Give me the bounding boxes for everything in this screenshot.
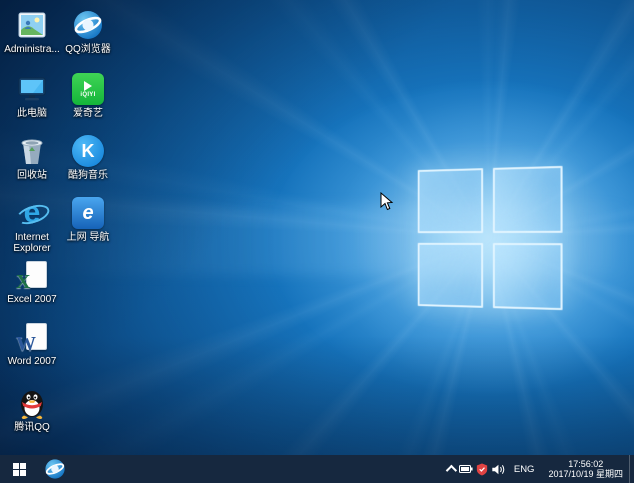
taskbar: ENG 17:56:02 2017/10/19 星期四 <box>0 455 634 483</box>
language-indicator[interactable]: ENG <box>506 464 543 475</box>
kugou-icon: K <box>71 134 105 168</box>
chevron-up-icon <box>446 465 457 476</box>
internet-explorer-icon: e <box>15 196 49 230</box>
icon-label: Excel 2007 <box>4 294 60 305</box>
battery-icon[interactable] <box>458 455 474 483</box>
desktop-icon-administrator[interactable]: Administra... <box>4 8 60 55</box>
icon-label: 腾讯QQ <box>4 422 60 433</box>
icon-label: 上网 导航 <box>60 232 116 243</box>
word-icon: W <box>15 322 49 354</box>
qq-penguin-icon <box>15 386 49 420</box>
volume-icon[interactable] <box>490 455 506 483</box>
show-desktop-button[interactable] <box>629 455 634 483</box>
hidden-icons-chevron[interactable] <box>442 455 458 483</box>
play-icon <box>84 81 92 91</box>
icon-label: 爱奇艺 <box>60 108 116 119</box>
desktop-icon-tencent-qq[interactable]: 腾讯QQ <box>4 386 60 433</box>
desktop: Administra... 此电脑 <box>0 0 634 455</box>
desktop-icon-iqiyi[interactable]: iQIYI 爱奇艺 <box>60 72 116 119</box>
clock-date: 2017/10/19 星期四 <box>548 469 623 479</box>
desktop-icon-this-pc[interactable]: 此电脑 <box>4 72 60 119</box>
web-navigation-icon: e <box>71 196 105 230</box>
desktop-icon-web-navigation[interactable]: e 上网 导航 <box>60 196 116 243</box>
desktop-icon-qq-browser[interactable]: QQ浏览器 <box>60 8 116 55</box>
desktop-icon-kugou-music[interactable]: K 酷狗音乐 <box>60 134 116 181</box>
desktop-icon-excel-2007[interactable]: X Excel 2007 <box>4 260 60 305</box>
windows-desktop-screen: Administra... 此电脑 <box>0 0 634 483</box>
icon-label: 此电脑 <box>4 108 60 119</box>
icon-label: QQ浏览器 <box>60 44 116 55</box>
word-letter: W <box>16 334 36 354</box>
clock-time: 17:56:02 <box>548 459 623 469</box>
system-tray: ENG 17:56:02 2017/10/19 星期四 <box>442 455 634 483</box>
desktop-icon-internet-explorer[interactable]: e Internet Explorer <box>4 196 60 254</box>
icon-label: Word 2007 <box>4 356 60 367</box>
icon-label: Internet Explorer <box>4 232 60 254</box>
administrator-icon <box>15 8 49 42</box>
start-button[interactable] <box>0 455 38 483</box>
clock[interactable]: 17:56:02 2017/10/19 星期四 <box>542 459 629 479</box>
recycle-bin-icon <box>15 134 49 168</box>
security-icon[interactable] <box>474 455 490 483</box>
qq-browser-icon <box>71 8 105 42</box>
taskbar-qq-browser-button[interactable] <box>38 455 72 483</box>
iqiyi-icon: iQIYI <box>71 72 105 106</box>
iqiyi-wordmark: iQIYI <box>80 92 95 98</box>
nav-letter: e <box>82 202 93 225</box>
desktop-icon-recycle-bin[interactable]: 回收站 <box>4 134 60 181</box>
icon-label: Administra... <box>4 44 60 55</box>
icon-label: 回收站 <box>4 170 60 181</box>
this-pc-icon <box>15 72 49 106</box>
desktop-icon-word-2007[interactable]: W Word 2007 <box>4 322 60 367</box>
windows-logo-icon <box>13 463 26 476</box>
qq-browser-icon <box>44 458 66 480</box>
icon-label: 酷狗音乐 <box>60 170 116 181</box>
kugou-letter: K <box>82 141 95 162</box>
excel-letter: X <box>16 272 30 292</box>
excel-icon: X <box>15 260 49 292</box>
